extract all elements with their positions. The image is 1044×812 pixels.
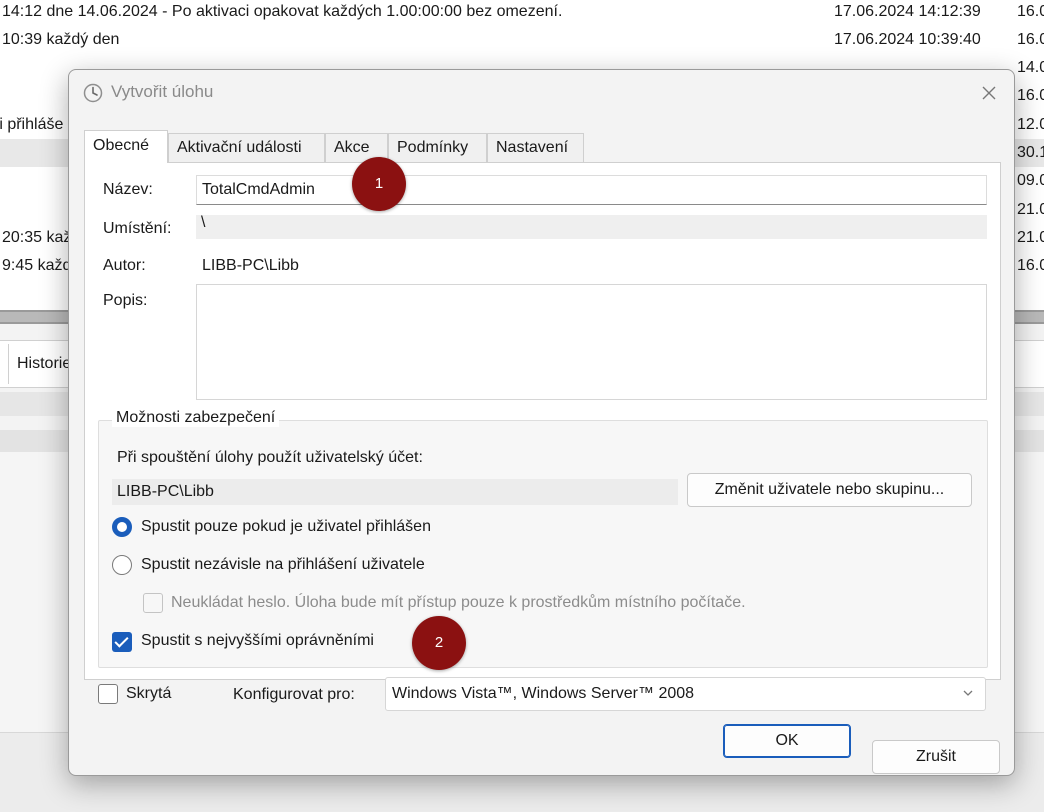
author-value: LIBB-PC\Libb <box>202 257 299 274</box>
location-label: Umístění: <box>103 220 172 237</box>
highest-privileges-checkbox[interactable] <box>112 632 132 652</box>
task-trigger: 10:39 každý den <box>2 31 120 48</box>
annotation-marker-1: 1 <box>352 157 406 211</box>
radio-independent[interactable] <box>112 555 132 575</box>
task-last-run: 16.0 <box>1017 257 1044 274</box>
security-options-group: Možnosti zabezpečení Při spouštění úlohy… <box>98 409 988 668</box>
no-store-password-checkbox <box>143 593 163 613</box>
clock-icon <box>83 83 103 103</box>
tab-conditions[interactable]: Podmínky <box>388 133 487 162</box>
tab-triggers[interactable]: Aktivační události <box>168 133 325 162</box>
security-options-title: Možnosti zabezpečení <box>112 409 280 427</box>
task-trigger: 14:12 dne 14.06.2024 - Po aktivaci opako… <box>2 3 563 20</box>
description-label: Popis: <box>103 292 148 309</box>
task-last-run: 12.0 <box>1017 116 1044 133</box>
name-label: Název: <box>103 181 153 198</box>
task-next-run: 17.06.2024 14:12:39 <box>834 3 981 20</box>
ok-button[interactable]: OK <box>723 724 851 758</box>
task-last-run: 30.1 <box>1017 144 1044 161</box>
task-trigger: ři přihláše <box>0 116 64 133</box>
cancel-button[interactable]: Zrušit <box>872 740 1000 774</box>
hidden-label[interactable]: Skrytá <box>126 685 171 703</box>
location-field: \ <box>196 215 987 239</box>
tab-settings[interactable]: Nastavení <box>487 133 584 162</box>
general-panel: Název: TotalCmdAdmin Umístění: \ Autor: … <box>84 162 1001 680</box>
task-last-run: 16.0 <box>1017 87 1044 104</box>
configure-label: Konfigurovat pro: <box>233 686 355 703</box>
radio-logged-on-label[interactable]: Spustit pouze pokud je uživatel přihláše… <box>141 518 431 536</box>
task-row[interactable]: 10:39 každý den 17.06.2024 10:39:40 16.0 <box>0 26 1044 54</box>
description-input[interactable] <box>196 284 987 400</box>
annotation-marker-2: 2 <box>412 616 466 670</box>
task-last-run: 14.0 <box>1017 59 1044 76</box>
author-label: Autor: <box>103 257 146 274</box>
configure-value: Windows Vista™, Windows Server™ 2008 <box>392 685 695 702</box>
name-input[interactable]: TotalCmdAdmin <box>196 175 987 205</box>
task-last-run: 09.0 <box>1017 172 1044 189</box>
task-row[interactable]: 14:12 dne 14.06.2024 - Po aktivaci opako… <box>0 0 1044 26</box>
highest-privileges-label[interactable]: Spustit s nejvyššími oprávněními <box>141 632 374 650</box>
no-store-password-label: Neukládat heslo. Úloha bude mít přístup … <box>171 594 746 611</box>
task-trigger: 20:35 kaž <box>2 229 72 246</box>
task-last-run: 16.0 <box>1017 3 1044 20</box>
change-user-button[interactable]: Změnit uživatele nebo skupinu... <box>687 473 972 507</box>
task-last-run: 16.0 <box>1017 31 1044 48</box>
configure-select[interactable]: Windows Vista™, Windows Server™ 2008 <box>385 677 986 711</box>
task-last-run: 21.0 <box>1017 229 1044 246</box>
account-label: Při spouštění úlohy použít uživatelský ú… <box>117 449 423 466</box>
radio-logged-on[interactable] <box>112 517 132 537</box>
task-next-run: 17.06.2024 10:39:40 <box>834 31 981 48</box>
close-icon <box>982 86 996 100</box>
task-last-run: 21.0 <box>1017 201 1044 218</box>
tab-general[interactable]: Obecné <box>84 130 168 163</box>
chevron-down-icon <box>963 690 973 696</box>
dialog-titlebar[interactable]: Vytvořit úlohu <box>69 70 1014 116</box>
hidden-checkbox[interactable] <box>98 684 118 704</box>
dialog-title: Vytvořit úlohu <box>111 82 214 101</box>
create-task-dialog: Vytvořit úlohu Obecné Aktivační události… <box>68 69 1015 776</box>
radio-independent-label[interactable]: Spustit nezávisle na přihlášení uživatel… <box>141 556 425 574</box>
task-trigger: 9:45 každ <box>2 257 72 274</box>
close-button[interactable] <box>976 80 1002 106</box>
account-value: LIBB-PC\Libb <box>112 479 678 505</box>
